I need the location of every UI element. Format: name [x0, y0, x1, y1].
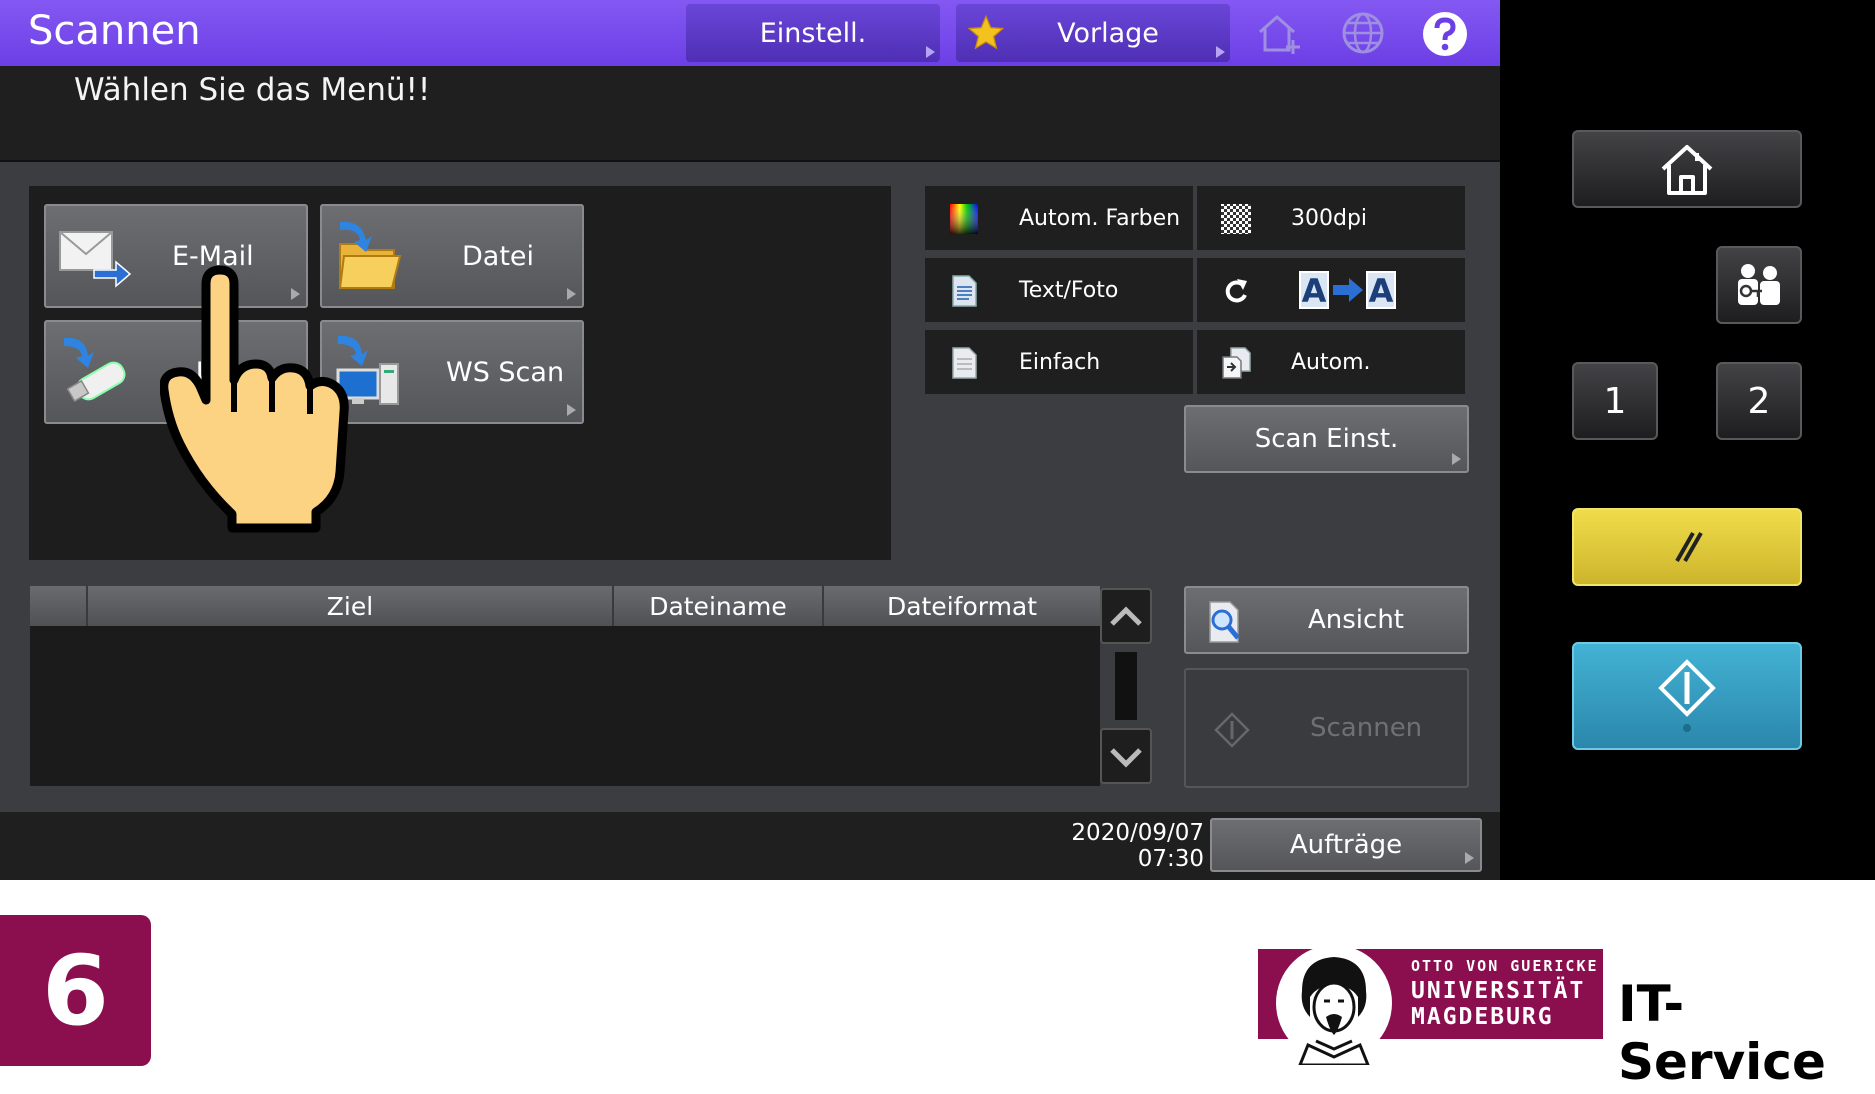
preview-label: Ansicht	[1308, 605, 1405, 635]
it-service-label: IT-Service	[1618, 975, 1826, 1091]
svg-text:A: A	[1302, 272, 1327, 310]
hardware-user-button[interactable]	[1716, 246, 1802, 324]
duplex-label: Einfach	[1019, 349, 1101, 375]
ws-scan-button-label: WS Scan	[446, 356, 565, 388]
scroll-up-button[interactable]	[1100, 588, 1152, 644]
step-number-badge: 6	[0, 915, 151, 1066]
hardware-start-button[interactable]	[1572, 642, 1802, 750]
preview-button[interactable]: Ansicht	[1184, 586, 1469, 654]
original-mode-label: Text/Foto	[1019, 277, 1119, 303]
file-button-label: Datei	[462, 240, 535, 272]
triangle-icon	[1465, 852, 1474, 864]
usb-icon	[64, 337, 126, 403]
color-icon	[950, 204, 978, 234]
column-header-dateiname[interactable]: Dateiname	[612, 586, 822, 626]
destination-table: Ziel Dateiname Dateiformat	[30, 586, 1100, 786]
duplex-setting[interactable]: Einfach	[925, 330, 1193, 394]
triangle-icon	[1216, 46, 1225, 58]
reset-icon	[1675, 532, 1703, 562]
settings-button[interactable]: Einstell.	[686, 4, 940, 62]
hardware-key-1[interactable]: 1	[1572, 362, 1658, 440]
guericke-portrait-icon	[1276, 945, 1392, 1065]
jobs-button[interactable]: Aufträge	[1210, 818, 1482, 872]
scroll-down-button[interactable]	[1100, 728, 1152, 784]
time: 07:30	[1137, 846, 1204, 872]
resolution-label: 300dpi	[1291, 205, 1368, 231]
rotate-icon	[1225, 279, 1247, 303]
hardware-home-button[interactable]	[1572, 130, 1802, 208]
touch-screen: Scannen Einstell. Vorlage Wählen Sie das…	[0, 0, 1500, 880]
logo-text-line-2: UNIVERSITÄT	[1411, 978, 1586, 1004]
file-button[interactable]: Datei	[320, 204, 584, 308]
add-home-icon[interactable]	[1255, 8, 1305, 58]
ws-scan-button[interactable]: WS Scan	[320, 320, 584, 424]
original-mode-setting[interactable]: Text/Foto	[925, 258, 1193, 322]
document-icon	[952, 275, 977, 307]
help-icon[interactable]	[1420, 9, 1470, 59]
color-mode-setting[interactable]: Autom. Farben	[925, 186, 1193, 250]
table-header: Ziel Dateiname Dateiformat	[30, 586, 1100, 626]
hardware-key-2[interactable]: 2	[1716, 362, 1802, 440]
scan-settings-button[interactable]: Scan Einst.	[1184, 405, 1469, 473]
column-header-dateiformat[interactable]: Dateiformat	[822, 586, 1100, 626]
hardware-panel: 1 2	[1500, 0, 1875, 880]
orientation-icon: A A	[1299, 271, 1396, 310]
magnifier-icon	[1209, 601, 1240, 643]
date-time: 2020/09/07 07:30	[1071, 820, 1204, 872]
instruction-message: Wählen Sie das Menü!!	[74, 72, 431, 108]
star-icon	[967, 14, 1005, 50]
start-icon	[1658, 659, 1716, 732]
triangle-icon	[926, 46, 935, 58]
triangle-icon	[1452, 453, 1461, 465]
scan-button-label: Scannen	[1310, 713, 1423, 743]
logo-text-line-3: MAGDEBURG	[1411, 1004, 1554, 1030]
settings-button-label: Einstell.	[759, 17, 867, 49]
users-key-icon	[1738, 264, 1780, 305]
scan-settings-label: Scan Einst.	[1254, 424, 1399, 454]
hardware-reset-button[interactable]	[1572, 508, 1802, 586]
title-bar: Scannen Einstell. Vorlage	[0, 0, 1500, 66]
auto-size-icon	[1222, 347, 1251, 379]
scan-button[interactable]: Scannen	[1184, 668, 1469, 788]
size-setting[interactable]: Autom.	[1197, 330, 1465, 394]
page-title: Scannen	[28, 8, 201, 54]
email-icon	[59, 231, 132, 288]
pointing-hand-icon	[160, 265, 349, 533]
chevron-down-icon	[1110, 748, 1142, 768]
scrollbar-track[interactable]	[1115, 652, 1137, 720]
globe-icon[interactable]	[1338, 8, 1388, 58]
home-icon	[1661, 145, 1713, 195]
status-bar: 2020/09/07 07:30 Aufträge	[0, 812, 1500, 880]
logo-text-line-1: OTTO VON GUERICKE	[1411, 957, 1599, 975]
resolution-icon	[1221, 204, 1251, 234]
color-mode-label: Autom. Farben	[1019, 205, 1181, 231]
svg-text:A: A	[1369, 272, 1394, 310]
triangle-icon	[567, 404, 576, 416]
start-icon	[1214, 712, 1250, 748]
size-label: Autom.	[1291, 349, 1371, 375]
triangle-icon	[567, 288, 576, 300]
rotation-setting[interactable]: A A	[1197, 258, 1465, 322]
resolution-setting[interactable]: 300dpi	[1197, 186, 1465, 250]
template-button-label: Vorlage	[1057, 17, 1159, 49]
slide: Scannen Einstell. Vorlage Wählen Sie das…	[0, 0, 1875, 1094]
template-button[interactable]: Vorlage	[956, 4, 1230, 62]
date: 2020/09/07	[1071, 820, 1204, 846]
single-side-icon	[952, 347, 977, 379]
column-header-ziel[interactable]: Ziel	[86, 586, 612, 626]
message-bar: Wählen Sie das Menü!!	[0, 66, 1500, 162]
chevron-up-icon	[1110, 606, 1142, 626]
jobs-button-label: Aufträge	[1289, 830, 1403, 860]
